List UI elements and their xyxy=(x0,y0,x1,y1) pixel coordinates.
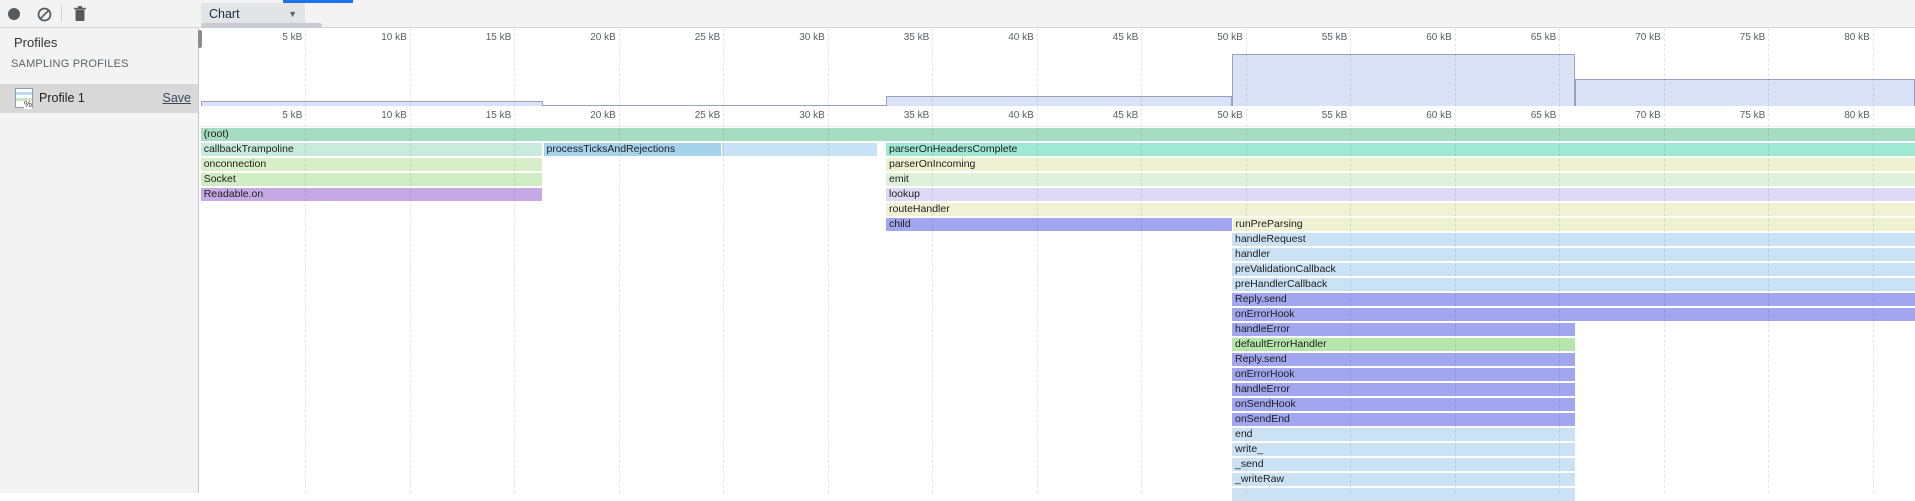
flame-bar-parseronheaderscomplete[interactable]: parserOnHeadersComplete xyxy=(886,143,1915,155)
trash-icon xyxy=(73,6,87,22)
flame-bar--root-[interactable]: (root) xyxy=(201,128,1915,140)
clear-button[interactable] xyxy=(32,2,56,26)
flame-bar-processticksandrejections[interactable]: processTicksAndRejections xyxy=(544,143,722,155)
flame-bar-reply-send[interactable]: Reply.send xyxy=(1232,353,1575,365)
ruler-tick-label: 20 kB xyxy=(556,110,616,121)
flame-bar-runpreparsing[interactable]: runPreParsing xyxy=(1233,218,1915,230)
ruler-tick-label: 25 kB xyxy=(660,32,720,43)
flame-bar[interactable] xyxy=(722,143,878,155)
flame-bar-handler[interactable]: handler xyxy=(1232,248,1915,260)
overview-scrollbar-thumb[interactable] xyxy=(201,23,322,28)
flame-bar-onsendend[interactable]: onSendEnd xyxy=(1232,413,1575,425)
ruler-tick-label: 45 kB xyxy=(1078,110,1138,121)
flame-bar-reply-send[interactable]: Reply.send xyxy=(1232,293,1915,305)
record-icon xyxy=(8,8,20,20)
ruler-tick-label: 55 kB xyxy=(1287,32,1347,43)
ruler-tick-label: 15 kB xyxy=(451,110,511,121)
ruler-tick-label: 40 kB xyxy=(974,32,1034,43)
ruler-tick-label: 75 kB xyxy=(1705,110,1765,121)
ruler-tick-label: 80 kB xyxy=(1810,110,1870,121)
overview-area-step xyxy=(886,96,1232,106)
flame-bar--send[interactable]: _send xyxy=(1232,458,1575,470)
devtools-memory-profiler: { "toolbar": { "record_tooltip": "record… xyxy=(0,0,1915,493)
ruler-tick-label: 65 kB xyxy=(1496,110,1556,121)
ruler-tick-label: 5 kB xyxy=(242,32,302,43)
sidebar-item-profile-1[interactable]: % Profile 1 Save xyxy=(0,84,198,113)
active-tab-indicator xyxy=(283,0,353,3)
flame-bar-onerrorhook[interactable]: onErrorHook xyxy=(1232,308,1915,320)
flame-bar-handleerror[interactable]: handleError xyxy=(1232,383,1575,395)
flame-bar-parseronincoming[interactable]: parserOnIncoming xyxy=(886,158,1915,170)
flame-bar-emit[interactable]: emit xyxy=(886,173,1915,185)
ruler-tick-label: 50 kB xyxy=(1183,32,1243,43)
ruler-tick-label: 65 kB xyxy=(1496,32,1556,43)
flame-bar-prevalidationcallback[interactable]: preValidationCallback xyxy=(1232,263,1915,275)
ruler-tick-label: 70 kB xyxy=(1601,110,1661,121)
flame-bar-handleerror[interactable]: handleError xyxy=(1232,323,1575,335)
flame-bar-onconnection[interactable]: onconnection xyxy=(201,158,543,170)
ruler-tick-label: 70 kB xyxy=(1601,32,1661,43)
sidebar-title: Profiles xyxy=(14,35,57,50)
ruler-tick-label: 5 kB xyxy=(242,110,302,121)
chevron-down-icon: ▼ xyxy=(288,9,297,19)
flame-bar-defaulterrorhandler[interactable]: defaultErrorHandler xyxy=(1232,338,1575,350)
ruler-tick-label: 55 kB xyxy=(1287,110,1347,121)
flame-bar-end[interactable]: end xyxy=(1232,428,1575,440)
view-mode-select[interactable]: Chart ▼ xyxy=(201,3,305,25)
sidebar: Profiles SAMPLING PROFILES % Profile 1 S… xyxy=(0,28,199,493)
flame-bar-onsendhook[interactable]: onSendHook xyxy=(1232,398,1575,410)
ruler-tick-label: 75 kB xyxy=(1705,32,1765,43)
view-mode-value: Chart xyxy=(209,7,240,21)
ruler-tick-label: 20 kB xyxy=(556,32,616,43)
ruler-tick-label: 35 kB xyxy=(869,32,929,43)
flame-bar--writeraw[interactable]: _writeRaw xyxy=(1232,473,1575,485)
overview-area-step xyxy=(1232,54,1575,106)
ruler-tick-label: 50 kB xyxy=(1183,110,1243,121)
ruler-tick-label: 40 kB xyxy=(974,110,1034,121)
save-profile-link[interactable]: Save xyxy=(163,91,192,105)
ruler-tick-label: 30 kB xyxy=(765,32,825,43)
flame-bar-lookup[interactable]: lookup xyxy=(886,188,1915,200)
flame-bar-socket[interactable]: Socket xyxy=(201,173,543,185)
sidebar-section-header: SAMPLING PROFILES xyxy=(11,58,129,70)
profile-name: Profile 1 xyxy=(39,91,85,105)
record-button[interactable] xyxy=(2,2,26,26)
delete-profile-button[interactable] xyxy=(68,2,92,26)
ruler-tick-label: 15 kB xyxy=(451,32,511,43)
flame-bar-child[interactable]: child xyxy=(886,218,1232,230)
ruler-tick-label: 80 kB xyxy=(1810,32,1870,43)
flame-bar[interactable] xyxy=(1232,488,1575,500)
flame-bar-readable-on[interactable]: Readable.on xyxy=(201,188,543,200)
overview-area-step xyxy=(1575,79,1915,106)
ruler-tick-label: 45 kB xyxy=(1078,32,1138,43)
overview-left-handle[interactable] xyxy=(198,30,202,48)
ruler-tick-label: 10 kB xyxy=(347,32,407,43)
flame-bar-handlerequest[interactable]: handleRequest xyxy=(1232,233,1915,245)
ruler-tick-label: 60 kB xyxy=(1392,32,1452,43)
flame-chart-pane: 5 kB 10 kB 15 kB 20 kB 25 kB 30 kB 35 kB 40 kB 4… xyxy=(200,28,1915,493)
flame-bar-write-[interactable]: write_ xyxy=(1232,443,1575,455)
flame-bar-routehandler[interactable]: routeHandler xyxy=(886,203,1915,215)
ruler-tick-label: 25 kB xyxy=(660,110,720,121)
flame-bar-prehandlercallback[interactable]: preHandlerCallback xyxy=(1232,278,1915,290)
clear-icon xyxy=(37,7,52,22)
ruler-tick-label: 35 kB xyxy=(869,110,929,121)
ruler-tick-label: 10 kB xyxy=(347,110,407,121)
ruler-tick-label: 30 kB xyxy=(765,110,825,121)
toolbar-divider xyxy=(61,5,62,22)
flame-bar-callbacktrampoline[interactable]: callbackTrampoline xyxy=(201,143,543,155)
ruler-tick-label: 60 kB xyxy=(1392,110,1452,121)
flame-bar-onerrorhook[interactable]: onErrorHook xyxy=(1232,368,1575,380)
profile-icon: % xyxy=(15,88,33,108)
